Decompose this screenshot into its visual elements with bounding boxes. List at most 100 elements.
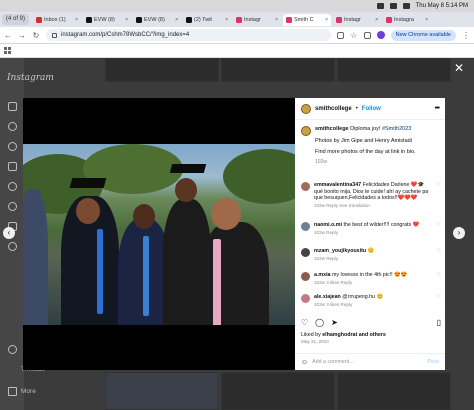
tab-label: EVW (8) — [144, 16, 165, 23]
comment-username[interactable]: ale.xiajean — [314, 294, 341, 300]
caption-hashtag[interactable]: #Smith2023 — [382, 126, 411, 132]
avatar[interactable] — [301, 248, 310, 257]
tab-0[interactable]: Inbox (1) × — [33, 14, 81, 26]
avatar[interactable] — [301, 103, 311, 114]
battery-icon[interactable] — [376, 3, 384, 9]
menubar-datetime[interactable]: Thu May 8 5:14 PM — [416, 3, 468, 9]
tab-6[interactable]: Instagr × — [333, 14, 381, 26]
forward-icon[interactable]: → — [18, 31, 26, 40]
tab-close-icon[interactable]: × — [275, 17, 278, 23]
comment-meta[interactable]: 102w Reply See translation — [314, 203, 431, 210]
back-icon[interactable]: ← — [4, 31, 12, 40]
messages-icon[interactable] — [8, 182, 17, 191]
tab-close-icon[interactable]: × — [225, 17, 228, 23]
tab-3[interactable]: (2) Twit × — [183, 14, 231, 26]
post-date: May 21, 2023 — [301, 339, 329, 344]
tab-close-icon[interactable]: × — [75, 17, 78, 23]
comment-item: mzam_youjikyousitu 😊 102w Reply ♡ — [301, 248, 441, 262]
avatar[interactable] — [301, 126, 311, 136]
comment-meta[interactable]: 102w 3 likes Reply — [314, 302, 431, 309]
likes-prefix: Liked by — [301, 332, 323, 338]
tab-1[interactable]: EVW (8) × — [83, 14, 131, 26]
menu-kebab-icon[interactable]: ⋮ — [462, 31, 470, 40]
reels-icon[interactable] — [8, 162, 17, 171]
grid-post[interactable] — [105, 58, 219, 82]
post-username[interactable]: smithcollege — [315, 106, 352, 112]
search-icon[interactable] — [8, 122, 17, 131]
avatar[interactable] — [301, 222, 310, 231]
new-chrome-button[interactable]: New Chrome available — [390, 29, 456, 41]
more-options-icon[interactable]: ••• — [435, 105, 440, 112]
post-header: smithcollege • Follow ••• — [295, 98, 445, 120]
likes-user[interactable]: elhamghodrat — [322, 332, 357, 338]
avatar[interactable] — [301, 294, 310, 303]
url-field[interactable]: instagram.com/p/Cshm78WsbCC/?img_index=4 — [46, 29, 331, 41]
notifications-icon[interactable] — [8, 202, 17, 211]
home-icon[interactable] — [8, 102, 17, 111]
grid-post[interactable] — [105, 372, 219, 410]
likes-suffix[interactable]: and others — [357, 332, 386, 338]
sidebar-item-more[interactable]: More — [21, 388, 36, 395]
post-modal: smithcollege • Follow ••• smithcollege D… — [23, 98, 445, 370]
comment-meta[interactable]: 102w Reply — [314, 230, 431, 237]
like-heart-icon[interactable]: ♡ — [301, 318, 308, 327]
comment-like-icon[interactable]: ♡ — [435, 294, 441, 308]
grid-post[interactable] — [221, 372, 335, 410]
avatar[interactable] — [301, 272, 310, 281]
tab-close-icon[interactable]: × — [125, 17, 128, 23]
comment-username[interactable]: naomi.o.mi — [314, 222, 342, 228]
avatar[interactable] — [301, 182, 310, 191]
next-post-arrow-icon[interactable]: › — [453, 227, 465, 239]
reload-icon[interactable]: ↻ — [32, 31, 40, 40]
cast-icon[interactable] — [336, 31, 344, 39]
site-info-icon[interactable] — [52, 32, 57, 38]
tab-2[interactable]: EVW (8) × — [133, 14, 181, 26]
share-icon[interactable]: ➤ — [331, 318, 338, 327]
tab-5[interactable]: Smith C × — [283, 13, 332, 26]
tab-close-icon[interactable]: × — [175, 17, 178, 23]
close-icon[interactable]: ✕ — [454, 62, 464, 74]
emoji-icon[interactable]: ☺ — [301, 359, 308, 366]
wifi-icon[interactable] — [389, 3, 397, 9]
add-comment-input[interactable]: Add a comment... — [312, 359, 354, 365]
threads-icon[interactable] — [8, 345, 17, 354]
caption-username[interactable]: smithcollege — [315, 126, 349, 132]
post-details-panel: smithcollege • Follow ••• smithcollege D… — [295, 98, 445, 370]
tab-4[interactable]: Instagr × — [233, 14, 281, 26]
comment-text: 😊 — [367, 248, 375, 254]
comment-like-icon[interactable]: ♡ — [435, 182, 441, 209]
comment-icon[interactable]: ◯ — [315, 318, 324, 327]
save-bookmark-icon[interactable]: ▯ — [437, 318, 441, 327]
comment-meta[interactable]: 102w Reply — [314, 256, 431, 263]
comment-like-icon[interactable]: ♡ — [435, 248, 441, 262]
comment-username[interactable]: mzam_youjikyousitu — [314, 248, 366, 254]
comment-like-icon[interactable]: ♡ — [435, 222, 441, 236]
control-center-icon[interactable] — [402, 3, 410, 9]
tab-favicon-icon — [286, 16, 293, 23]
profile-icon[interactable] — [8, 242, 17, 251]
profile-avatar[interactable] — [376, 31, 385, 39]
grid-post[interactable] — [221, 58, 335, 82]
apps-grid-icon[interactable] — [4, 47, 11, 54]
grid-post[interactable] — [337, 58, 451, 82]
tab-close-icon[interactable]: × — [425, 17, 428, 23]
explore-icon[interactable] — [8, 142, 17, 151]
post-comment-button[interactable]: Post — [428, 359, 439, 365]
more-menu-icon[interactable] — [8, 387, 17, 396]
tab-label: Instagra — [394, 16, 414, 23]
comment-meta[interactable]: 102w 3 likes Reply — [314, 280, 431, 287]
comment-item: a.mxia my lovesss in the 4th pic!! 😍😍 102… — [301, 272, 441, 286]
previous-post-arrow-icon[interactable]: ‹ — [3, 227, 15, 239]
follow-button[interactable]: Follow — [362, 106, 381, 112]
comment-like-icon[interactable]: ♡ — [435, 272, 441, 286]
tab-close-icon[interactable]: × — [325, 17, 328, 23]
comment-username[interactable]: a.mxia — [314, 272, 331, 278]
grid-post[interactable] — [337, 372, 451, 410]
extensions-icon[interactable] — [363, 31, 371, 39]
comment-username[interactable]: emmavalentina347 — [314, 182, 361, 188]
instagram-logo[interactable]: Instagram — [7, 73, 54, 83]
tab-close-icon[interactable]: × — [375, 17, 378, 23]
tab-7[interactable]: Instagra × — [383, 14, 431, 26]
comment-text: the best of wilder!!!! congrats ❤️ — [343, 222, 420, 228]
bookmark-star-icon[interactable]: ☆ — [350, 31, 358, 40]
